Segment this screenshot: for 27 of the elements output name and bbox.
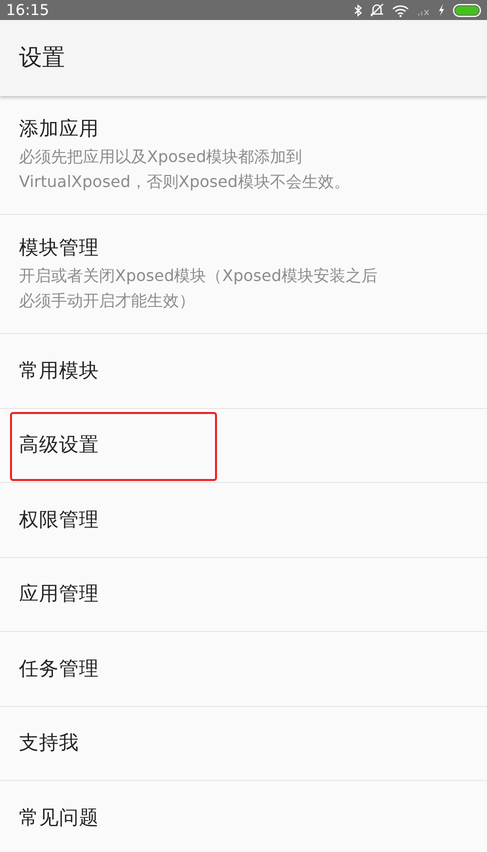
bluetooth-icon — [354, 4, 362, 16]
charging-icon — [438, 4, 445, 16]
item-title: 模块管理 — [19, 235, 100, 261]
status-time: 16:15 — [6, 0, 50, 20]
settings-item[interactable]: 权限管理 — [0, 483, 487, 558]
muted-bell-icon — [370, 3, 384, 17]
battery-icon — [453, 4, 481, 16]
settings-item[interactable]: 添加应用 必须先把应用以及Xposed模块都添加到VirtualXposed，否则Xposed模块不会生效。 — [0, 96, 487, 215]
settings-item[interactable]: 常见问题 — [0, 781, 487, 852]
settings-item[interactable]: 高级设置 — [0, 408, 487, 483]
settings-item[interactable]: 常用模块 — [0, 334, 487, 408]
app-bar-title: 设置 — [19, 44, 65, 73]
settings-item[interactable]: 任务管理 — [0, 632, 487, 706]
item-title: 任务管理 — [19, 656, 100, 682]
settings-item[interactable]: 应用管理 — [0, 558, 487, 632]
item-description: 必须先把应用以及Xposed模块都添加到VirtualXposed，否则Xposed模块不会生效。 — [19, 146, 351, 193]
item-title: 常见问题 — [19, 804, 100, 831]
item-title: 支持我 — [19, 730, 80, 756]
settings-item[interactable]: 支持我 — [0, 706, 487, 781]
item-title: 高级设置 — [19, 432, 100, 458]
item-title: 常用模块 — [19, 358, 100, 384]
item-title: 权限管理 — [19, 506, 100, 533]
item-description: 开启或者关闭Xposed模块（Xposed模块安装之后必须手动开启才能生效） — [19, 265, 378, 312]
wifi-icon — [392, 4, 409, 16]
settings-item[interactable]: 模块管理 开启或者关闭Xposed模块（Xposed模块安装之后必须手动开启才能生效） — [0, 215, 487, 334]
item-title: 添加应用 — [19, 116, 100, 142]
item-title: 应用管理 — [19, 581, 100, 608]
